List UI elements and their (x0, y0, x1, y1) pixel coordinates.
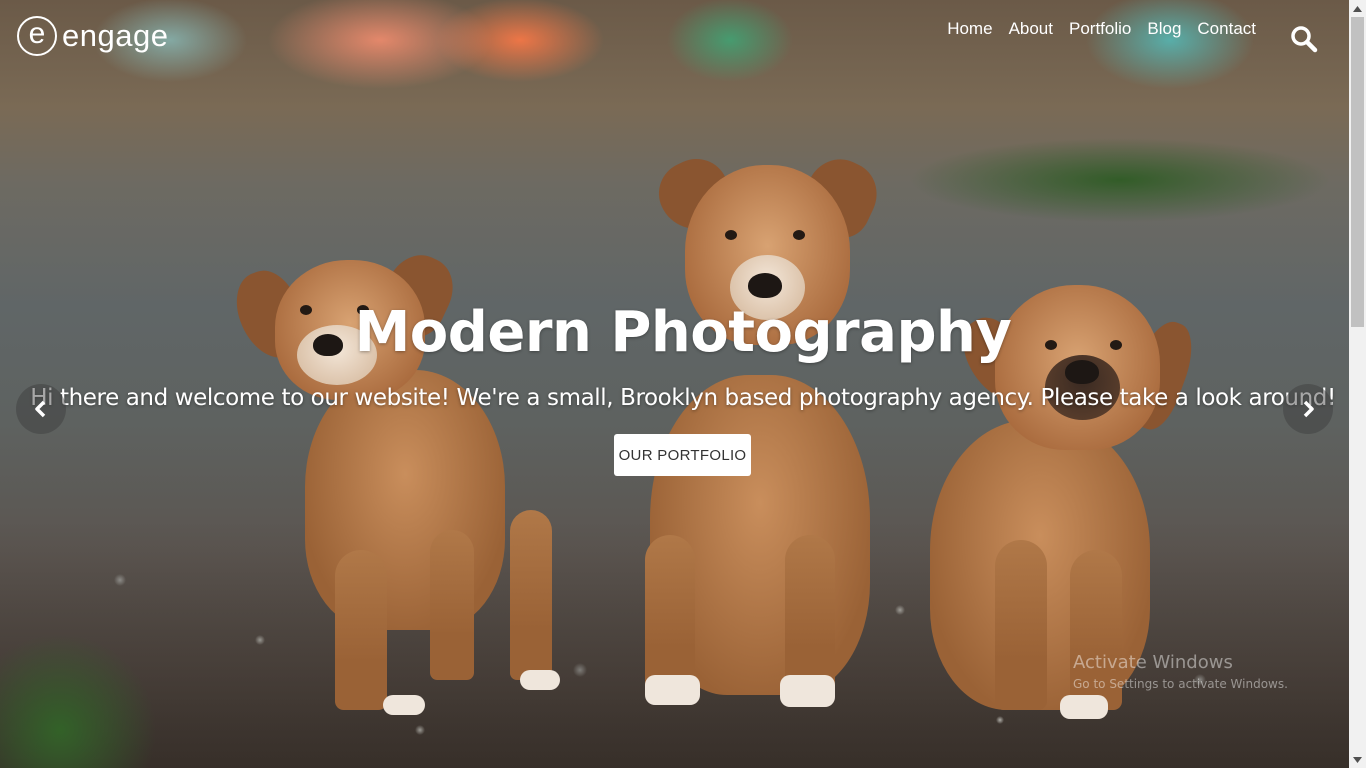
vertical-scrollbar[interactable] (1349, 0, 1366, 768)
chevron-left-icon (35, 400, 46, 418)
scroll-down-arrow-icon[interactable] (1349, 751, 1366, 768)
scroll-up-arrow-icon[interactable] (1349, 0, 1366, 17)
foreground-plant (0, 590, 220, 768)
watermark-subtitle: Go to Settings to activate Windows. (1073, 677, 1288, 691)
brand-name: engage (62, 18, 169, 53)
our-portfolio-button[interactable]: OUR PORTFOLIO (614, 434, 751, 476)
chevron-right-icon (1303, 400, 1314, 418)
carousel-prev-button[interactable] (16, 384, 66, 434)
nav-menu: Home About Portfolio Blog Contact (947, 18, 1256, 40)
hero-subtitle: Hi there and welcome to our website! We'… (30, 385, 1336, 411)
logo-mark: e (17, 16, 57, 56)
navbar: e engage Home About Portfolio Blog Conta… (0, 0, 1349, 75)
nav-link-blog[interactable]: Blog (1147, 18, 1181, 40)
watermark-title: Activate Windows (1073, 652, 1233, 673)
nav-link-portfolio[interactable]: Portfolio (1069, 18, 1131, 40)
search-icon[interactable] (1290, 25, 1318, 53)
nav-link-home[interactable]: Home (947, 18, 992, 40)
carousel-next-button[interactable] (1283, 384, 1333, 434)
nav-link-about[interactable]: About (1009, 18, 1053, 40)
windows-activation-watermark: Activate Windows Go to Settings to activ… (1073, 652, 1288, 691)
nav-link-contact[interactable]: Contact (1197, 18, 1256, 40)
scrollbar-thumb[interactable] (1351, 17, 1364, 327)
brand-logo[interactable]: e engage (17, 16, 168, 56)
hero-title: Modern Photography (354, 300, 1012, 365)
